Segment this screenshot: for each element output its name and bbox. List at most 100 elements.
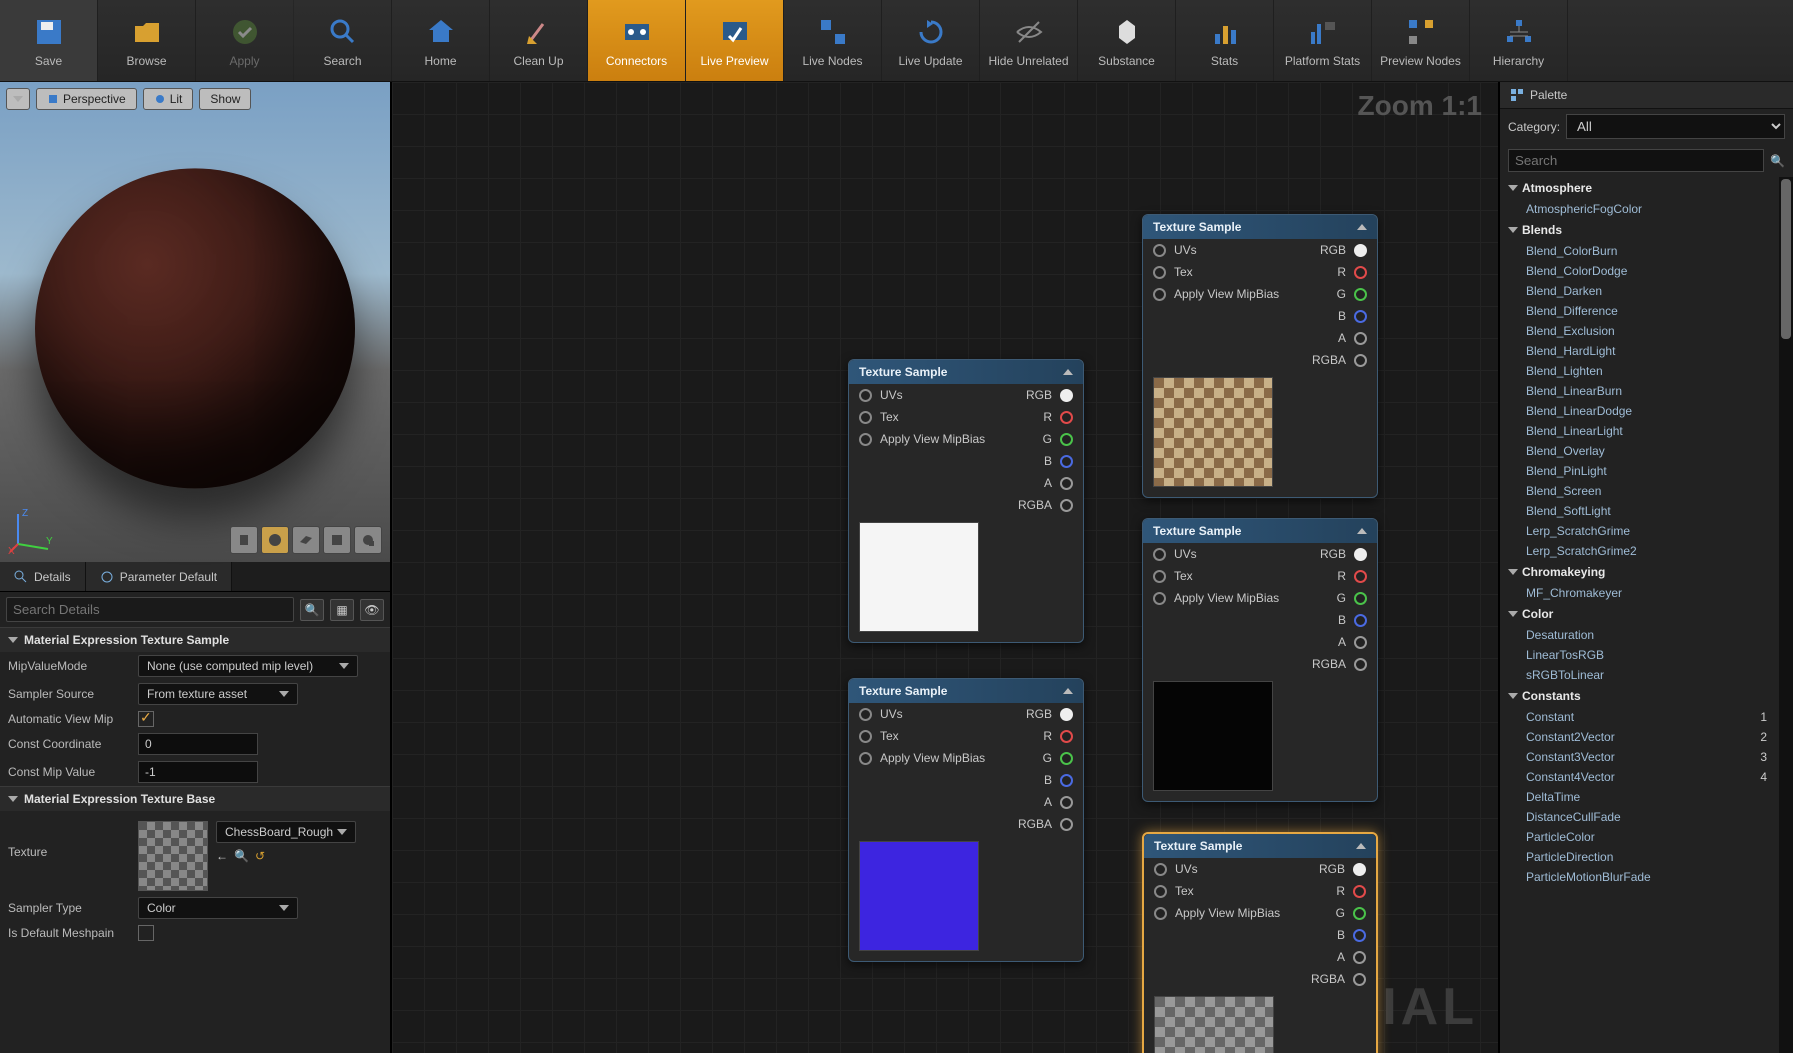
input-pin[interactable] <box>1154 907 1167 920</box>
toolbar-save-button[interactable]: Save <box>0 0 98 81</box>
palette-item[interactable]: LinearTosRGB <box>1500 645 1775 665</box>
shape-sphere-button[interactable] <box>261 526 289 554</box>
palette-item[interactable]: Blend_SoftLight <box>1500 501 1775 521</box>
toolbar-preview-nodes-button[interactable]: Preview Nodes <box>1372 0 1470 81</box>
texture-sample-node[interactable]: Texture SampleUVsRGBTexRApply View MipBi… <box>1142 214 1378 498</box>
toolbar-stats-button[interactable]: Stats <box>1176 0 1274 81</box>
palette-category[interactable]: Atmosphere <box>1500 177 1775 199</box>
toolbar-apply-button[interactable]: Apply <box>196 0 294 81</box>
toolbar-home-button[interactable]: Home <box>392 0 490 81</box>
output-pin[interactable] <box>1354 354 1367 367</box>
section-header[interactable]: Material Expression Texture Sample <box>0 627 390 652</box>
viewport-options-dropdown[interactable] <box>6 88 30 110</box>
toolbar-platform-stats-button[interactable]: Platform Stats <box>1274 0 1372 81</box>
collapse-icon[interactable] <box>1357 528 1367 534</box>
constmip-input[interactable]: -1 <box>138 761 258 783</box>
palette-tab[interactable]: Palette <box>1500 82 1793 109</box>
palette-search-input[interactable] <box>1508 149 1764 172</box>
output-pin[interactable] <box>1353 929 1366 942</box>
grid-view-button[interactable]: ▦ <box>330 599 354 621</box>
palette-item[interactable]: MF_Chromakeyer <box>1500 583 1775 603</box>
palette-item[interactable]: Blend_Darken <box>1500 281 1775 301</box>
collapse-icon[interactable] <box>1357 224 1367 230</box>
palette-category[interactable]: Constants <box>1500 685 1775 707</box>
section-header[interactable]: Material Expression Texture Base <box>0 786 390 811</box>
output-pin[interactable] <box>1354 548 1367 561</box>
output-pin[interactable] <box>1060 389 1073 402</box>
input-pin[interactable] <box>859 411 872 424</box>
output-pin[interactable] <box>1060 433 1073 446</box>
input-pin[interactable] <box>1153 570 1166 583</box>
toolbar-hierarchy-button[interactable]: Hierarchy <box>1470 0 1568 81</box>
toolbar-search-button[interactable]: Search <box>294 0 392 81</box>
palette-item[interactable]: Lerp_ScratchGrime2 <box>1500 541 1775 561</box>
output-pin[interactable] <box>1354 244 1367 257</box>
defmesh-checkbox[interactable] <box>138 925 154 941</box>
shape-cube-button[interactable] <box>323 526 351 554</box>
palette-item[interactable]: Constant2Vector2 <box>1500 727 1775 747</box>
output-pin[interactable] <box>1060 455 1073 468</box>
output-pin[interactable] <box>1353 863 1366 876</box>
input-pin[interactable] <box>859 389 872 402</box>
palette-item[interactable]: Blend_ColorDodge <box>1500 261 1775 281</box>
palette-item[interactable]: sRGBToLinear <box>1500 665 1775 685</box>
palette-item[interactable]: Lerp_ScratchGrime <box>1500 521 1775 541</box>
collapse-icon[interactable] <box>1063 688 1073 694</box>
texture-sample-node[interactable]: Texture SampleUVsRGBTexRApply View MipBi… <box>1142 832 1378 1053</box>
sampler-source-dropdown[interactable]: From texture asset <box>138 683 298 705</box>
node-header[interactable]: Texture Sample <box>849 360 1083 384</box>
shape-mesh-button[interactable] <box>354 526 382 554</box>
toolbar-browse-button[interactable]: Browse <box>98 0 196 81</box>
texture-sample-node[interactable]: Texture SampleUVsRGBTexRApply View MipBi… <box>848 359 1084 643</box>
palette-item[interactable]: Blend_Difference <box>1500 301 1775 321</box>
coord-input[interactable]: 0 <box>138 733 258 755</box>
shape-cylinder-button[interactable] <box>230 526 258 554</box>
palette-item[interactable]: DeltaTime <box>1500 787 1775 807</box>
output-pin[interactable] <box>1060 477 1073 490</box>
palette-item[interactable]: Blend_Screen <box>1500 481 1775 501</box>
palette-item[interactable]: Constant4Vector4 <box>1500 767 1775 787</box>
details-search-input[interactable] <box>6 597 294 622</box>
input-pin[interactable] <box>1153 592 1166 605</box>
palette-item[interactable]: Blend_LinearDodge <box>1500 401 1775 421</box>
output-pin[interactable] <box>1353 885 1366 898</box>
show-button[interactable]: Show <box>199 88 251 110</box>
output-pin[interactable] <box>1354 332 1367 345</box>
perspective-button[interactable]: Perspective <box>36 88 137 110</box>
collapse-icon[interactable] <box>1356 843 1366 849</box>
output-pin[interactable] <box>1060 708 1073 721</box>
palette-item[interactable]: Blend_Overlay <box>1500 441 1775 461</box>
toolbar-live-nodes-button[interactable]: Live Nodes <box>784 0 882 81</box>
eye-filter-button[interactable]: 👁 <box>360 599 384 621</box>
node-header[interactable]: Texture Sample <box>849 679 1083 703</box>
palette-item[interactable]: Blend_Lighten <box>1500 361 1775 381</box>
output-pin[interactable] <box>1060 499 1073 512</box>
palette-item[interactable]: Blend_HardLight <box>1500 341 1775 361</box>
output-pin[interactable] <box>1060 818 1073 831</box>
palette-category[interactable]: Color <box>1500 603 1775 625</box>
input-pin[interactable] <box>859 730 872 743</box>
palette-scrollbar[interactable] <box>1779 177 1793 1053</box>
input-pin[interactable] <box>1154 885 1167 898</box>
input-pin[interactable] <box>1154 863 1167 876</box>
output-pin[interactable] <box>1354 266 1367 279</box>
lit-button[interactable]: Lit <box>143 88 194 110</box>
output-pin[interactable] <box>1354 636 1367 649</box>
samplertype-dropdown[interactable]: Color <box>138 897 298 919</box>
palette-item[interactable]: Blend_LinearLight <box>1500 421 1775 441</box>
input-pin[interactable] <box>859 708 872 721</box>
texture-asset-dropdown[interactable]: ChessBoard_Rough <box>216 821 356 843</box>
toolbar-hide-unrelated-button[interactable]: Hide Unrelated <box>980 0 1078 81</box>
palette-item[interactable]: ParticleColor <box>1500 827 1775 847</box>
output-pin[interactable] <box>1353 951 1366 964</box>
mipmode-dropdown[interactable]: None (use computed mip level) <box>138 655 358 677</box>
input-pin[interactable] <box>1153 266 1166 279</box>
output-pin[interactable] <box>1354 570 1367 583</box>
details-tab[interactable]: Details <box>0 562 86 591</box>
output-pin[interactable] <box>1353 973 1366 986</box>
automip-checkbox[interactable] <box>138 711 154 727</box>
palette-item[interactable]: Blend_LinearBurn <box>1500 381 1775 401</box>
output-pin[interactable] <box>1354 592 1367 605</box>
input-pin[interactable] <box>859 752 872 765</box>
palette-item[interactable]: Blend_Exclusion <box>1500 321 1775 341</box>
